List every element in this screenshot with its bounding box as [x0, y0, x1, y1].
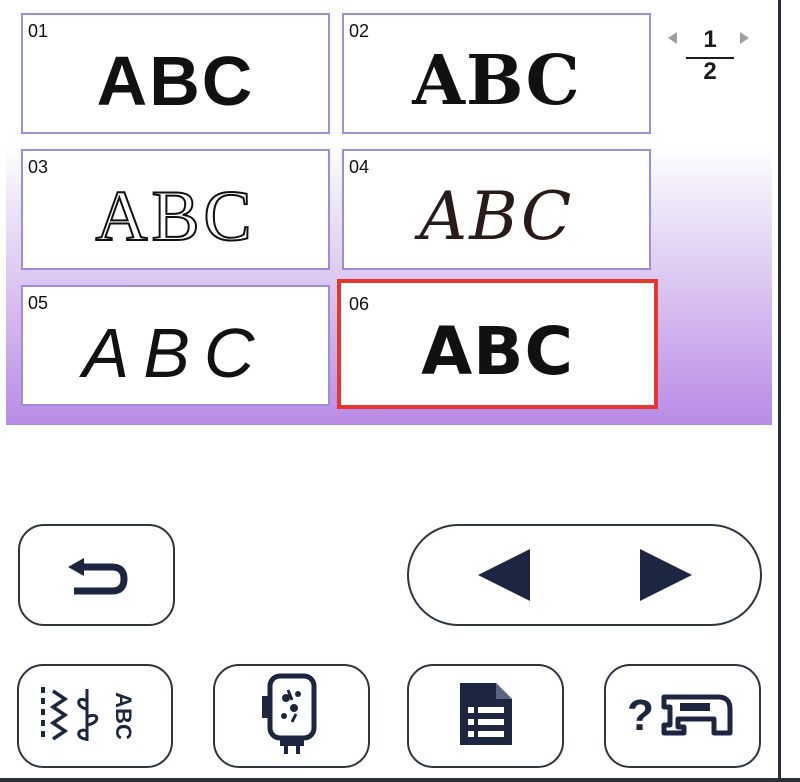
prev-next-control	[407, 524, 762, 626]
font-tile-03[interactable]: 03 ABC	[21, 149, 330, 270]
font-sample: ABC	[96, 41, 255, 120]
font-tile-05[interactable]: 05 ABC	[21, 285, 330, 406]
pattern-category-icon	[35, 679, 155, 753]
back-button[interactable]	[18, 524, 175, 626]
font-tile-01[interactable]: 01 ABC	[21, 13, 330, 134]
current-page: 1	[703, 26, 717, 53]
embroidery-frame-icon	[252, 672, 332, 760]
memory-file-icon	[454, 679, 518, 753]
machine-help-icon	[658, 689, 738, 743]
previous-button[interactable]	[477, 549, 530, 601]
next-button[interactable]	[639, 549, 692, 601]
font-sample: ABC	[94, 175, 256, 257]
screen-frame-right	[778, 0, 781, 782]
pattern-type-label: ABC	[111, 692, 136, 740]
font-tile-02[interactable]: 02 ABC	[342, 13, 651, 134]
return-arrow-icon	[62, 548, 132, 602]
page-next-arrow-icon[interactable]	[740, 32, 749, 44]
font-sample: ABC	[419, 178, 574, 255]
embroidery-frame-button[interactable]	[213, 664, 370, 768]
memory-button[interactable]	[407, 664, 564, 768]
font-tile-04[interactable]: 04 ABC	[342, 149, 651, 270]
page-prev-arrow-icon[interactable]	[668, 32, 677, 44]
pattern-type-button[interactable]: ABC	[17, 664, 173, 768]
font-tile-06[interactable]: 06 ABC	[337, 279, 658, 409]
font-sample: ABC	[412, 40, 581, 121]
font-sample: ABC	[421, 312, 574, 390]
page-indicator: 1 2	[664, 26, 756, 86]
total-pages: 2	[703, 58, 717, 85]
help-button[interactable]: ?	[604, 664, 761, 768]
screen-frame-bottom	[0, 778, 800, 782]
font-sample: ABC	[82, 313, 269, 392]
help-label: ?	[627, 691, 654, 740]
